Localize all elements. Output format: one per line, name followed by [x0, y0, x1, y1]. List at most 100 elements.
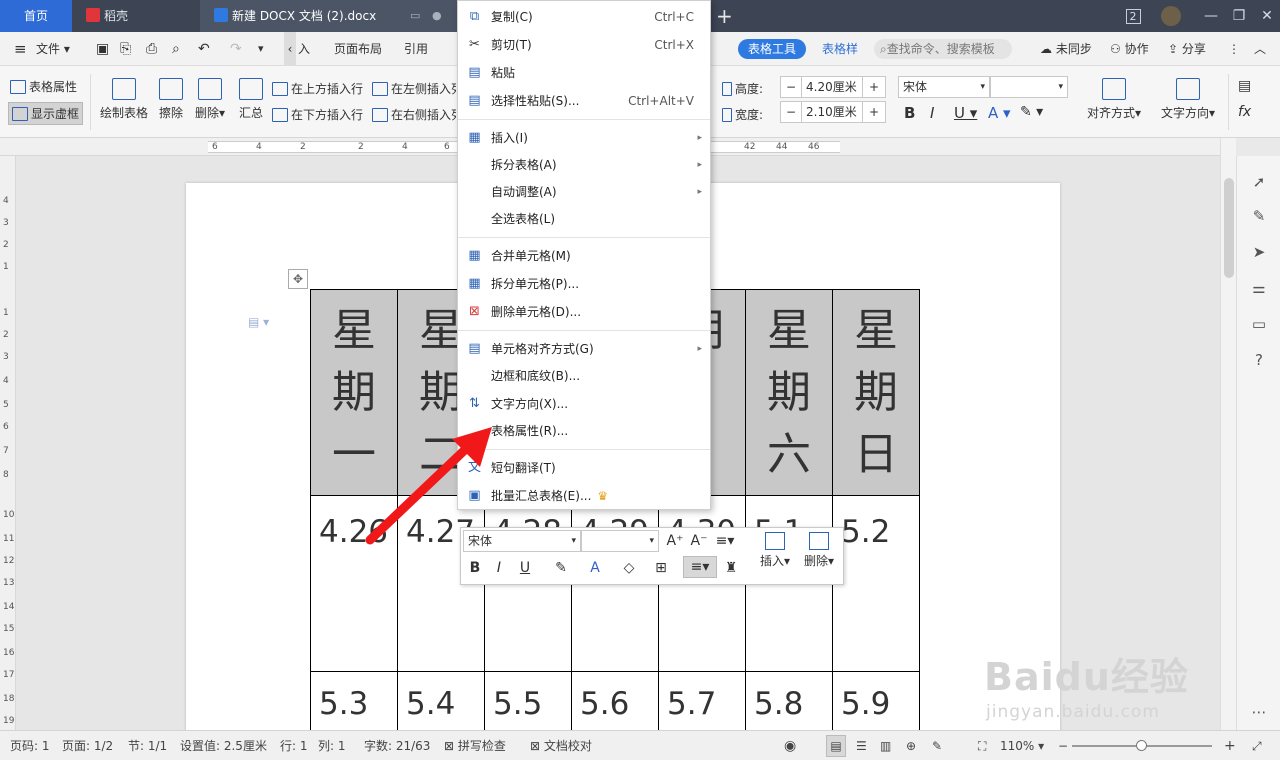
- paragraph-icon[interactable]: ▤ ▾: [248, 315, 269, 329]
- underline-icon[interactable]: U ▾: [954, 104, 977, 122]
- mini-insert-button[interactable]: 插入▾: [757, 532, 793, 569]
- zoom-in-button[interactable]: +: [1224, 731, 1236, 760]
- font-color-icon[interactable]: A ▾: [988, 104, 1011, 122]
- eye-icon[interactable]: ◉: [784, 731, 796, 760]
- scrollbar-thumb[interactable]: [1224, 178, 1234, 278]
- new-tab-button[interactable]: +: [716, 0, 733, 32]
- height-plus[interactable]: +: [862, 76, 886, 98]
- zoom-level[interactable]: 110% ▾: [1000, 731, 1044, 760]
- ctx-cut[interactable]: ✂ 剪切(T) Ctrl+X: [458, 32, 710, 59]
- bold-icon[interactable]: B: [904, 104, 915, 122]
- insert-row-below-button[interactable]: 在下方插入行: [272, 106, 363, 123]
- italic-icon[interactable]: I: [930, 104, 934, 122]
- ribbon-font-select[interactable]: 宋体 ▾: [898, 76, 990, 98]
- ctx-delete-cells[interactable]: ⊠ 删除单元格(D)...: [458, 299, 710, 326]
- sliders-icon[interactable]: ⚌: [1249, 278, 1269, 298]
- line-spacing-icon[interactable]: ≡▾: [715, 531, 735, 551]
- tab-home[interactable]: 首页: [0, 0, 72, 32]
- pen-icon[interactable]: ✎: [1249, 206, 1269, 226]
- ribbon-size-select[interactable]: ▾: [990, 76, 1068, 98]
- ctx-select-table[interactable]: 全选表格(L): [458, 206, 710, 233]
- reading-view-icon[interactable]: ▥: [880, 731, 891, 760]
- ctx-merge-cells[interactable]: ▦ 合并单元格(M): [458, 243, 710, 270]
- mini-font-select[interactable]: 宋体 ▾: [463, 530, 581, 552]
- status-page[interactable]: 页码: 1: [10, 731, 50, 760]
- status-col[interactable]: 列: 1: [318, 731, 346, 760]
- underline-icon[interactable]: U: [515, 558, 535, 578]
- ctx-split-cells[interactable]: ▦ 拆分单元格(P)...: [458, 271, 710, 298]
- fx-icon[interactable]: fx: [1238, 104, 1251, 120]
- table-move-handle[interactable]: ✥: [288, 269, 308, 289]
- height-input[interactable]: 4.20厘米: [801, 76, 863, 98]
- shrink-font-icon[interactable]: A⁻: [689, 531, 709, 551]
- header-cell[interactable]: 星期六: [745, 289, 833, 496]
- sync-status[interactable]: ☁ 未同步: [1040, 32, 1092, 66]
- inbox-icon[interactable]: ▭: [1249, 314, 1269, 334]
- command-search[interactable]: ⌕查找命令、搜索模板: [874, 39, 1012, 59]
- ctx-batch-summary[interactable]: ▣ 批量汇总表格(E)... ♛: [458, 483, 710, 510]
- mini-size-select[interactable]: ▾: [581, 530, 659, 552]
- web-view-icon[interactable]: ⊕: [906, 731, 916, 760]
- vertical-ruler[interactable]: 4 3 2 1 1 2 3 4 5 6 7 8 10 11 12 13 14 1…: [0, 156, 16, 730]
- more-dots-icon[interactable]: ⋯: [1249, 702, 1269, 722]
- zoom-slider-thumb[interactable]: [1136, 740, 1147, 751]
- ctx-paste-special[interactable]: ▤ 选择性粘贴(S)... Ctrl+Alt+V: [458, 88, 710, 115]
- insert-col-right-button[interactable]: 在右侧插入列: [372, 106, 456, 123]
- status-words[interactable]: 字数: 21/63: [364, 731, 430, 760]
- hamburger-icon[interactable]: ≡: [14, 32, 27, 66]
- proofread-button[interactable]: ⊠ 文档校对: [530, 731, 592, 760]
- zoom-out-button[interactable]: −: [1058, 731, 1068, 760]
- draw-table-button[interactable]: 绘制表格: [98, 78, 150, 121]
- width-plus[interactable]: +: [862, 101, 886, 123]
- table-cell[interactable]: 5.8: [745, 671, 833, 730]
- window-count-badge[interactable]: 2: [1116, 0, 1150, 32]
- tab-document[interactable]: 新建 DOCX 文档 (2).docx ▭ ●: [200, 0, 458, 32]
- ctx-text-direction[interactable]: ⇅ 文字方向(X)...: [458, 391, 710, 418]
- borders-icon[interactable]: ⊞: [651, 558, 671, 578]
- header-cell[interactable]: 星期一: [310, 289, 398, 496]
- status-row[interactable]: 行: 1: [280, 731, 308, 760]
- format-painter-icon[interactable]: ♜: [721, 558, 741, 578]
- print-icon[interactable]: ⎙: [146, 32, 157, 66]
- ctx-copy[interactable]: ⧉ 复制(C) Ctrl+C: [458, 4, 710, 31]
- mini-delete-button[interactable]: 删除▾: [799, 532, 839, 569]
- table-properties-button[interactable]: 表格属性: [10, 78, 77, 95]
- highlight-icon[interactable]: ✎: [551, 558, 571, 578]
- outline-view-icon[interactable]: ☰: [856, 731, 867, 760]
- ctx-insert[interactable]: ▦ 插入(I) ▸: [458, 125, 710, 152]
- menu-scroll-left[interactable]: ‹: [284, 32, 296, 66]
- highlight-icon[interactable]: ✎ ▾: [1020, 104, 1043, 120]
- height-minus[interactable]: −: [780, 76, 802, 98]
- width-minus[interactable]: −: [780, 101, 802, 123]
- align-justify-icon[interactable]: ≡▾: [683, 556, 717, 578]
- close-button[interactable]: ✕: [1250, 0, 1280, 32]
- table-cell[interactable]: 5.3: [310, 671, 398, 730]
- italic-icon[interactable]: I: [489, 558, 509, 578]
- table-cell[interactable]: 5.9: [832, 671, 920, 730]
- tab-table-style[interactable]: 表格样: [822, 32, 858, 66]
- status-section[interactable]: 节: 1/1: [128, 731, 167, 760]
- summary-button[interactable]: 汇总: [236, 78, 266, 121]
- menu-references[interactable]: 引用: [404, 32, 428, 66]
- share-button[interactable]: ⇪ 分享: [1168, 32, 1206, 66]
- spell-check-button[interactable]: ⊠ 拼写检查: [444, 731, 506, 760]
- font-color-icon[interactable]: A: [585, 558, 605, 578]
- fit-page-icon[interactable]: ⛶: [978, 731, 986, 760]
- insert-row-above-button[interactable]: 在上方插入行: [272, 80, 363, 97]
- delete-button[interactable]: 删除▾: [192, 78, 228, 121]
- ctx-paste[interactable]: ▤ 粘贴: [458, 60, 710, 87]
- formula-icon[interactable]: ▤: [1238, 78, 1251, 94]
- status-pages[interactable]: 页面: 1/2: [62, 731, 113, 760]
- tab-daoke[interactable]: 稻壳: [72, 0, 200, 32]
- collab-button[interactable]: ⚇ 协作: [1110, 32, 1149, 66]
- export-icon[interactable]: ⎘: [120, 32, 131, 66]
- insert-col-left-button[interactable]: 在左侧插入列: [372, 80, 456, 97]
- ctx-split-table[interactable]: 拆分表格(A) ▸: [458, 152, 710, 179]
- cursor-icon[interactable]: ➤: [1249, 242, 1269, 262]
- more-icon[interactable]: ⋮: [1228, 32, 1240, 66]
- shading-icon[interactable]: ◇: [619, 558, 639, 578]
- rocket-icon[interactable]: ➚: [1249, 172, 1269, 192]
- show-gridlines-button[interactable]: 显示虚框: [8, 102, 84, 125]
- tab-table-tools[interactable]: 表格工具: [738, 39, 807, 59]
- writing-mode-icon[interactable]: ✎: [932, 731, 942, 760]
